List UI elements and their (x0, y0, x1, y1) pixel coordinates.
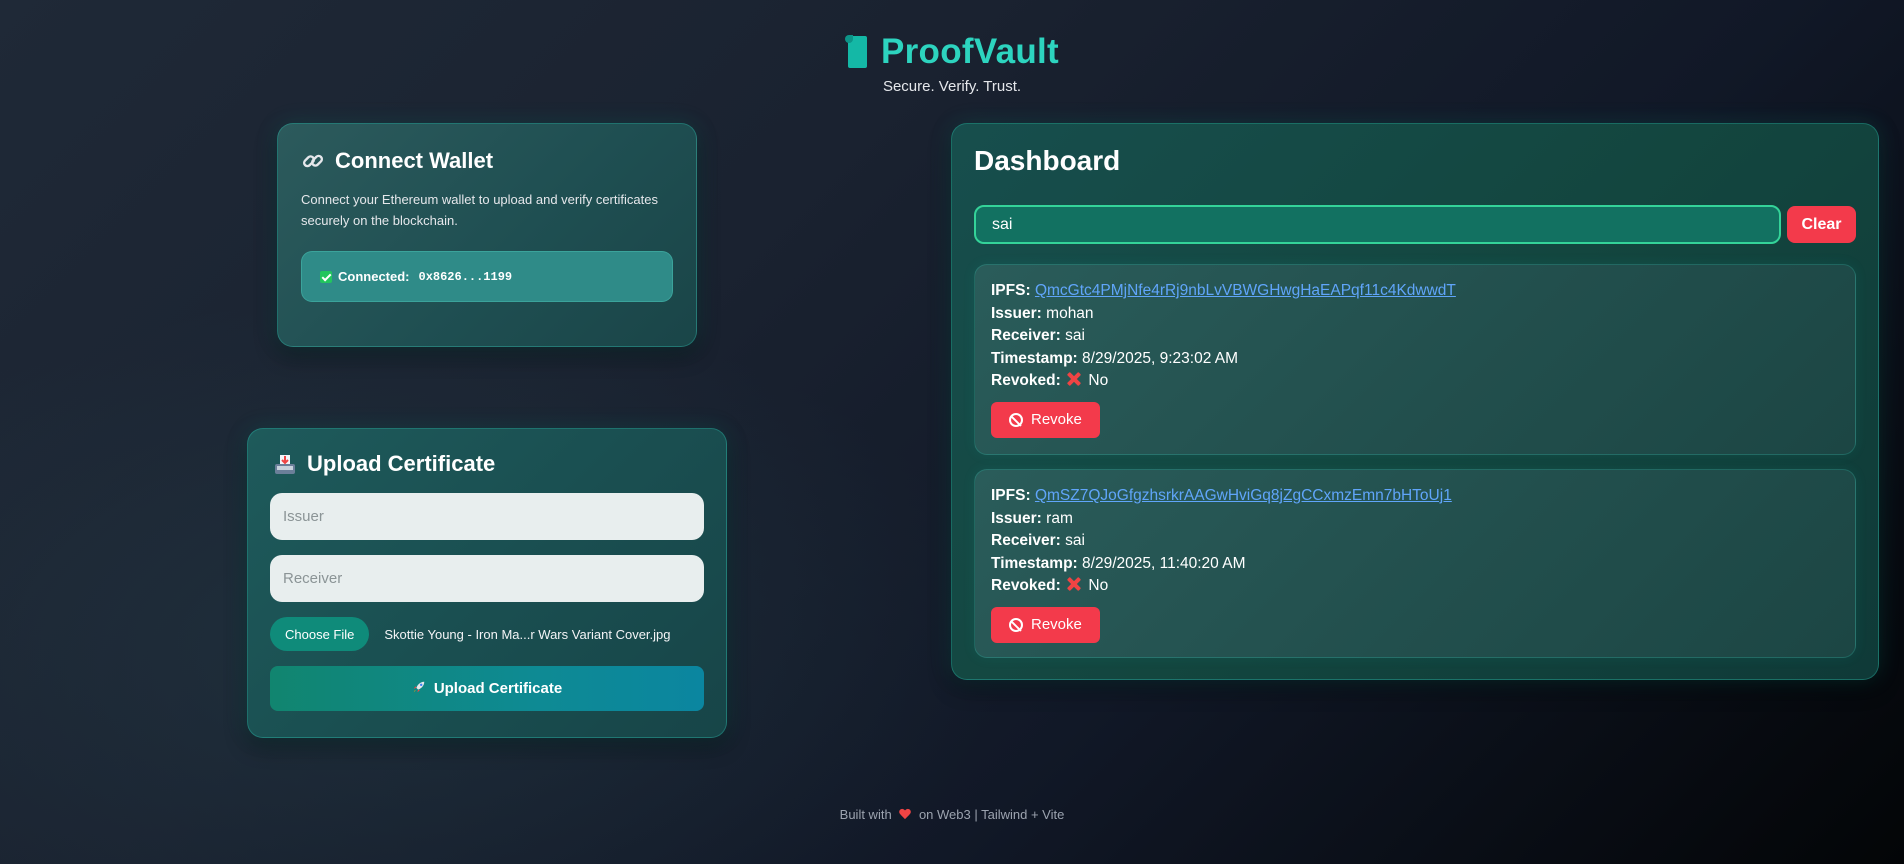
connect-wallet-description: Connect your Ethereum wallet to upload a… (301, 192, 658, 228)
cert-receiver-row: Receiver: sai (991, 325, 1839, 348)
cert-issuer-row: Issuer: ram (991, 508, 1839, 531)
cert-ipfs-row: IPFS: QmSZ7QJoGfgzhsrkrAAGwHviGq8jZgCCxm… (991, 485, 1839, 508)
file-picker: Choose File Skottie Young - Iron Ma...r … (270, 617, 704, 651)
ipfs-label: IPFS: (991, 487, 1031, 504)
connect-wallet-title: Connect Wallet (335, 148, 494, 173)
issuer-value: mohan (1046, 304, 1094, 322)
upload-certificate-heading: Upload Certificate (273, 451, 704, 477)
upload-certificate-card: Upload Certificate Choose File Skottie Y… (247, 428, 727, 738)
connect-wallet-card: Connect Wallet Connect your Ethereum wal… (277, 123, 697, 347)
cert-issuer-row: Issuer: mohan (991, 303, 1839, 326)
dashboard-title: Dashboard (974, 145, 1121, 176)
choose-file-button[interactable]: Choose File (270, 617, 370, 651)
upload-button-label: Upload Certificate (433, 680, 563, 697)
app-tagline: Secure. Verify. Trust. (882, 78, 1022, 95)
revoke-label: Revoke (1031, 411, 1082, 428)
footer: Built with on Web3 | Tailwind + Vite (0, 807, 1904, 822)
ipfs-label: IPFS: (991, 282, 1031, 299)
cert-receiver-row: Receiver: sai (991, 530, 1839, 553)
cert-ipfs-row: IPFS: QmcGtc4PMjNfe4rRj9nbLvVBWGHwgHaEAP… (991, 280, 1839, 303)
link-icon (301, 149, 325, 173)
receiver-label: Receiver: (991, 532, 1061, 549)
upload-certificate-title: Upload Certificate (307, 451, 496, 476)
issuer-label: Issuer: (991, 509, 1042, 527)
cert-timestamp-row: Timestamp: 8/29/2025, 9:23:02 AM (991, 348, 1839, 371)
issuer-label: Issuer: (991, 304, 1042, 322)
cross-mark-icon (1067, 372, 1081, 386)
revoked-value: No (1088, 577, 1109, 594)
revoke-button[interactable]: Revoke (991, 401, 1100, 438)
prohibited-icon (1009, 412, 1023, 427)
connect-wallet-heading: Connect Wallet (301, 148, 673, 174)
wallet-address: 0x8626...1199 (418, 269, 513, 284)
receiver-value: sai (1065, 327, 1085, 344)
revoke-button[interactable]: Revoke (991, 606, 1100, 643)
revoked-label: Revoked: (991, 372, 1061, 389)
receiver-label: Receiver: (991, 327, 1061, 344)
app-title: ProofVault (880, 32, 1060, 71)
ipfs-link[interactable]: QmSZ7QJoGfgzhsrkrAAGwHviGq8jZgCCxmzEmn7b… (1035, 487, 1452, 504)
cert-timestamp-row: Timestamp: 8/29/2025, 11:40:20 AM (991, 553, 1839, 576)
check-icon (320, 270, 332, 283)
receiver-value: sai (1065, 532, 1085, 549)
wallet-status: Connected: 0x8626...1199 (301, 251, 673, 302)
search-input[interactable] (974, 205, 1781, 244)
revoked-value: No (1088, 372, 1109, 389)
timestamp-value: 8/29/2025, 11:40:20 AM (1082, 554, 1246, 572)
timestamp-label: Timestamp: (991, 554, 1078, 572)
timestamp-label: Timestamp: (991, 349, 1078, 367)
ipfs-link[interactable]: QmcGtc4PMjNfe4rRj9nbLvVBWGHwgHaEAPqf11c4… (1035, 282, 1456, 299)
issuer-input[interactable] (270, 493, 704, 540)
selected-file-name: Skottie Young - Iron Ma...r Wars Variant… (384, 626, 671, 642)
revoke-label: Revoke (1031, 616, 1082, 633)
cert-revoked-row: Revoked: No (991, 575, 1839, 598)
cert-revoked-row: Revoked: No (991, 370, 1839, 393)
issuer-value: ram (1046, 509, 1073, 527)
brand: ProofVault (844, 30, 1060, 74)
heart-icon (899, 809, 911, 820)
upload-certificate-button[interactable]: Upload Certificate (270, 666, 704, 711)
app-header: ProofVault Secure. Verify. Trust. (0, 30, 1904, 95)
cross-mark-icon (1067, 577, 1081, 591)
prohibited-icon (1009, 617, 1023, 632)
certificate-card: IPFS: QmcGtc4PMjNfe4rRj9nbLvVBWGHwgHaEAP… (974, 264, 1856, 455)
dashboard-card: Dashboard Clear IPFS: QmcGtc4PMjNfe4rRj9… (951, 123, 1879, 680)
revoked-label: Revoked: (991, 577, 1061, 594)
connected-label: Connected: (338, 269, 410, 284)
receiver-input[interactable] (270, 555, 704, 602)
footer-suffix: on Web3 | Tailwind + Vite (918, 807, 1065, 822)
scroll-icon (844, 35, 867, 69)
certificate-card: IPFS: QmSZ7QJoGfgzhsrkrAAGwHviGq8jZgCCxm… (974, 469, 1856, 658)
inbox-tray-icon (273, 452, 297, 476)
rocket-icon (412, 680, 426, 698)
search-bar: Clear (974, 205, 1856, 244)
clear-button[interactable]: Clear (1787, 206, 1856, 243)
footer-prefix: Built with (839, 807, 892, 822)
timestamp-value: 8/29/2025, 9:23:02 AM (1082, 349, 1239, 367)
